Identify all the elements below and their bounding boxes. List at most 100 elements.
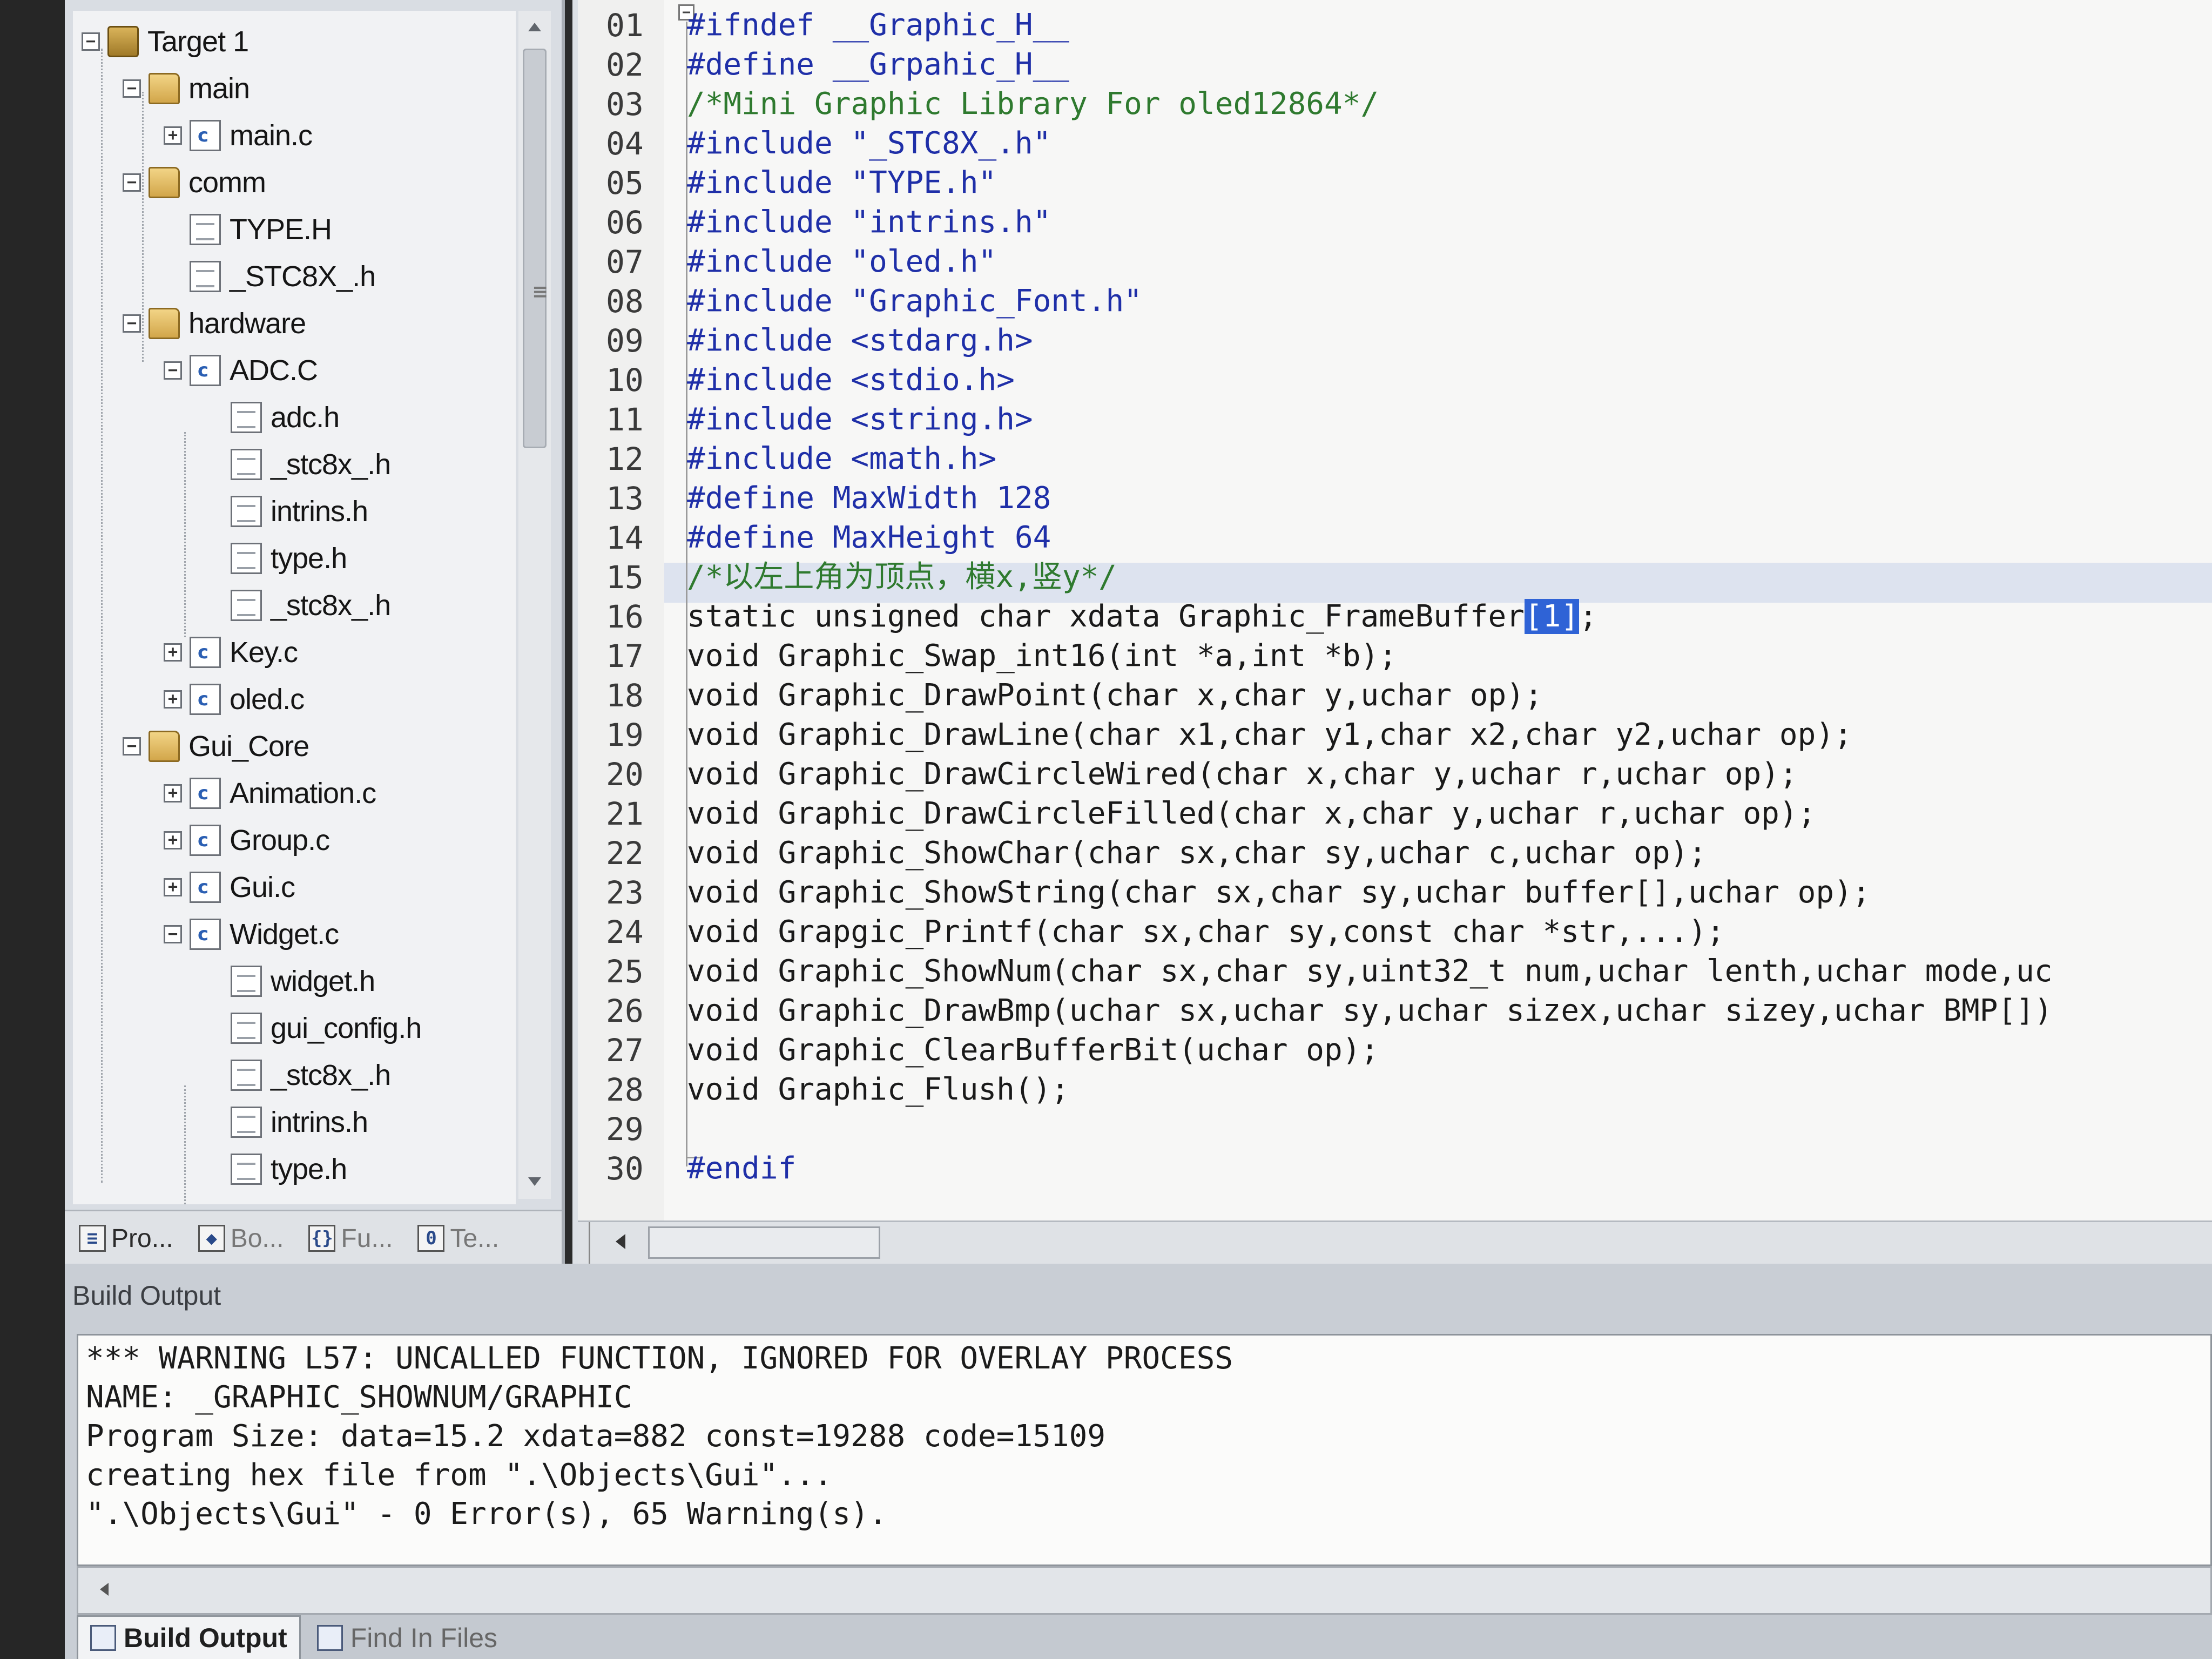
tree-item[interactable]: − Target 1 (82, 18, 249, 65)
code-line[interactable]: 11 #include <string.h> (578, 400, 2209, 440)
code-text[interactable]: void Graphic_Flush(); (687, 1070, 1069, 1110)
build-output-scrollbar[interactable] (77, 1566, 2212, 1615)
scroll-left-arrow-icon[interactable] (616, 1234, 625, 1249)
tree-item[interactable]: _stc8x_.h (205, 1052, 391, 1098)
tree-item[interactable]: type.h (205, 1146, 347, 1192)
code-line[interactable]: 12 #include <math.h> (578, 439, 2209, 479)
code-text[interactable]: #define MaxHeight 64 (687, 518, 1051, 558)
code-line[interactable]: 25 void Graphic_ShowNum(char sx,char sy,u… (578, 952, 2209, 992)
code-line[interactable]: 08 #include "Graphic_Font.h" (578, 281, 2209, 321)
code-text[interactable]: #include "intrins.h" (687, 203, 1051, 242)
code-text[interactable]: #include "_STC8X_.h" (687, 124, 1051, 164)
code-line[interactable]: 19 void Graphic_DrawLine(char x1,char y1,… (578, 715, 2209, 755)
code-text[interactable]: void Graphic_ShowNum(char sx,char sy,uin… (687, 952, 2053, 992)
code-line[interactable]: 03 /*Mini Graphic Library For oled12864*/ (578, 84, 2209, 124)
code-line[interactable]: 09 #include <stdarg.h> (578, 321, 2209, 361)
code-line[interactable]: 28 void Graphic_Flush(); (578, 1070, 2209, 1110)
scroll-down-arrow-icon[interactable] (528, 1177, 541, 1186)
code-text[interactable]: #define MaxWidth 128 (687, 478, 1051, 518)
code-text[interactable]: void Graphic_ShowChar(char sx,char sy,uc… (687, 833, 1707, 873)
code-line[interactable]: 13 #define MaxWidth 128 (578, 478, 2209, 518)
code-text[interactable]: void Graphic_DrawBmp(uchar sx,uchar sy,u… (687, 991, 2053, 1031)
editor-horizontal-scrollbar[interactable] (578, 1220, 2212, 1265)
code-line[interactable]: 29 (578, 1109, 2209, 1149)
project-tab[interactable]: 0 Te... (417, 1224, 499, 1253)
code-line[interactable]: 18 void Graphic_DrawPoint(char x,char y,u… (578, 676, 2209, 716)
tree-item[interactable]: + Gui.c (164, 864, 295, 911)
project-tab[interactable]: {} Fu... (308, 1224, 393, 1253)
tree-item[interactable]: TYPE.H (164, 206, 332, 253)
code-line[interactable]: 10 #include <stdio.h> (578, 360, 2209, 400)
horizontal-scroll-thumb[interactable] (648, 1226, 880, 1259)
project-tab[interactable]: ≡ Pro... (79, 1224, 173, 1253)
tab-find-in-files[interactable]: Find In Files (305, 1617, 509, 1659)
project-scrollbar[interactable]: ≡ (518, 11, 551, 1199)
code-text[interactable]: void Graphic_ClearBufferBit(uchar op); (687, 1030, 1379, 1070)
code-text[interactable]: #endif (687, 1149, 796, 1189)
tree-item[interactable]: gui_config.h (205, 1005, 422, 1051)
code-text[interactable]: #include "Graphic_Font.h" (687, 281, 1142, 321)
code-text[interactable]: #include <math.h> (687, 439, 996, 479)
expand-icon[interactable]: + (164, 784, 182, 802)
tree-item[interactable]: _stc8x_.h (205, 582, 391, 629)
code-line[interactable]: 22 void Graphic_ShowChar(char sx,char sy,… (578, 833, 2209, 873)
code-line[interactable]: 02 #define __Grpahic_H__ (578, 45, 2209, 85)
code-text[interactable]: #include <string.h> (687, 400, 1033, 440)
code-text[interactable]: #include <stdio.h> (687, 360, 1015, 400)
tree-item[interactable]: − Widget.c (164, 911, 339, 957)
expand-icon[interactable]: + (164, 690, 182, 709)
code-line[interactable]: 30 #endif (578, 1149, 2209, 1189)
collapse-icon[interactable]: − (123, 737, 141, 756)
code-line[interactable]: 14 #define MaxHeight 64 (578, 518, 2209, 558)
code-text[interactable]: void Graphic_Swap_int16(int *a,int *b); (687, 636, 1397, 676)
code-text[interactable]: #ifndef __Graphic_H__ (687, 5, 1069, 45)
tree-item[interactable]: − comm (123, 159, 266, 206)
code-text[interactable]: void Graphic_DrawCircleWired(char x,char… (687, 754, 1798, 794)
collapse-icon[interactable]: − (123, 79, 141, 98)
tree-item[interactable]: + Group.c (164, 817, 330, 864)
editor-text-area[interactable]: − 01 #ifndef __Graphic_H__ 02 #define __Grp… (578, 0, 2212, 1242)
collapse-icon[interactable]: − (164, 361, 182, 380)
tree-item[interactable]: adc.h (205, 394, 340, 441)
code-line[interactable]: 01 #ifndef __Graphic_H__ (578, 5, 2209, 45)
code-text[interactable]: void Graphic_ShowString(char sx,char sy,… (687, 873, 1870, 913)
code-line[interactable]: 27 void Graphic_ClearBufferBit(uchar op); (578, 1030, 2209, 1070)
code-line[interactable]: 16 static unsigned char xdata Graphic_Fra… (578, 597, 2209, 637)
tree-item[interactable]: − ADC.C (164, 347, 318, 394)
tree-item[interactable]: widget.h (205, 958, 375, 1004)
tree-item[interactable]: intrins.h (205, 1099, 368, 1145)
code-line[interactable]: 20 void Graphic_DrawCircleWired(char x,ch… (578, 754, 2209, 794)
code-line[interactable]: 24 void Grapgic_Printf(char sx,char sy,co… (578, 912, 2209, 952)
scroll-left-arrow-icon[interactable] (100, 1583, 109, 1596)
tree-item[interactable]: + Animation.c (164, 770, 376, 817)
tree-item[interactable]: + main.c (164, 112, 313, 159)
code-text[interactable]: void Grapgic_Printf(char sx,char sy,cons… (687, 912, 1725, 952)
collapse-icon[interactable]: − (123, 314, 141, 333)
collapse-icon[interactable]: − (82, 32, 100, 51)
code-line[interactable]: 23 void Graphic_ShowString(char sx,char s… (578, 873, 2209, 913)
tree-item[interactable]: + oled.c (164, 676, 305, 723)
tree-item[interactable]: type.h (205, 535, 347, 582)
code-editor[interactable]: − 01 #ifndef __Graphic_H__ 02 #define __Grp… (572, 0, 2212, 1264)
collapse-icon[interactable]: − (123, 173, 141, 192)
code-text[interactable]: void Graphic_DrawLine(char x1,char y1,ch… (687, 715, 1852, 755)
code-text[interactable]: #define __Grpahic_H__ (687, 45, 1069, 85)
tree-item[interactable]: intrins.h (205, 488, 368, 535)
project-tab[interactable]: ◆ Bo... (198, 1224, 284, 1253)
tree-item[interactable]: − hardware (123, 300, 306, 347)
build-output-text[interactable]: *** WARNING L57: UNCALLED FUNCTION, IGNO… (77, 1334, 2212, 1566)
tree-item[interactable]: _STC8X_.h (164, 253, 376, 300)
tree-item[interactable]: − Gui_Core (123, 723, 309, 770)
code-line[interactable]: 17 void Graphic_Swap_int16(int *a,int *b)… (578, 636, 2209, 676)
code-line[interactable]: 21 void Graphic_DrawCircleFilled(char x,c… (578, 794, 2209, 834)
code-line[interactable]: 15 /*以左上角为顶点，横x,竖y*/ (578, 557, 2209, 597)
code-line[interactable]: 04 #include "_STC8X_.h" (578, 124, 2209, 164)
code-text[interactable]: #include "TYPE.h" (687, 163, 996, 203)
scroll-up-arrow-icon[interactable] (528, 23, 541, 31)
expand-icon[interactable]: + (164, 831, 182, 849)
code-text[interactable]: /*Mini Graphic Library For oled12864*/ (687, 84, 1379, 124)
expand-icon[interactable]: + (164, 643, 182, 662)
code-text[interactable]: #include "oled.h" (687, 242, 996, 282)
collapse-icon[interactable]: − (164, 925, 182, 943)
code-line[interactable]: 07 #include "oled.h" (578, 242, 2209, 282)
